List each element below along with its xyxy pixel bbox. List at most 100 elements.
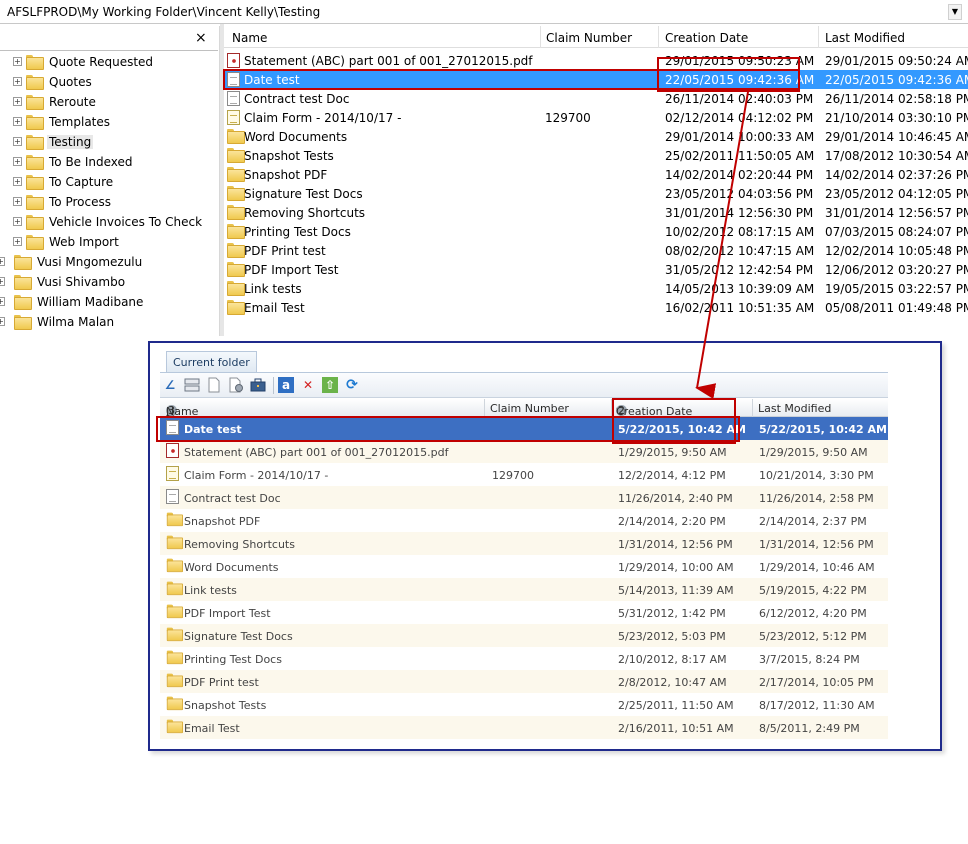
tree-item[interactable]: + Vehicle Invoices To Check — [0, 212, 218, 232]
tree-item[interactable]: + Wilma Malan — [0, 312, 218, 332]
column-header-creation-date[interactable]: Creation Date — [665, 31, 748, 45]
folder-icon — [227, 224, 245, 239]
document-icon — [227, 91, 240, 106]
tree-item-label: Testing — [47, 135, 94, 149]
expand-icon[interactable]: + — [13, 97, 22, 106]
expand-icon[interactable]: + — [0, 277, 5, 286]
edit-icon[interactable]: ∠ — [162, 377, 178, 393]
expand-icon[interactable]: + — [0, 297, 5, 306]
tree-item[interactable]: + Quote Requested — [0, 52, 218, 72]
expand-icon[interactable]: + — [13, 117, 22, 126]
column-header-claim-number[interactable]: Claim Number — [546, 31, 632, 45]
table-row[interactable]: Contract test Doc 11/26/2014, 2:40 PM 11/2… — [160, 486, 888, 509]
tree-item[interactable]: + To Be Indexed — [0, 152, 218, 172]
list-item[interactable]: PDF Print test 08/02/2012 10:47:15 AM 12/0… — [224, 241, 968, 260]
tab-current-folder[interactable]: Current folder — [166, 351, 257, 373]
column-header-last-modified[interactable]: Last Modified — [758, 402, 831, 415]
table-row[interactable]: Statement (ABC) part 001 of 001_27012015… — [160, 440, 888, 463]
new-document-icon[interactable] — [206, 377, 222, 393]
item-last-modified: 8/5/2011, 2:49 PM — [759, 722, 860, 735]
item-creation-date: 2/14/2014, 2:20 PM — [618, 515, 726, 528]
table-row[interactable]: PDF Import Test 5/31/2012, 1:42 PM 6/12/20… — [160, 601, 888, 624]
folder-icon — [166, 535, 183, 550]
briefcase-icon[interactable] — [250, 377, 266, 393]
table-row[interactable]: Link tests 5/14/2013, 11:39 AM 5/19/2015, … — [160, 578, 888, 601]
item-name: Link tests — [244, 282, 302, 296]
table-row[interactable]: Email Test 2/16/2011, 10:51 AM 8/5/2011, 2… — [160, 716, 888, 739]
list-item[interactable]: Snapshot PDF 14/02/2014 02:20:44 PM 14/02/… — [224, 165, 968, 184]
document-properties-icon[interactable] — [228, 377, 244, 393]
upload-icon[interactable]: ⇧ — [322, 377, 338, 393]
expand-icon[interactable]: + — [13, 237, 22, 246]
table-row[interactable]: PDF Print test 2/8/2012, 10:47 AM 2/17/201… — [160, 670, 888, 693]
claim-form-icon — [166, 466, 179, 481]
item-name: Snapshot Tests — [244, 149, 334, 163]
expand-icon[interactable]: + — [13, 177, 22, 186]
column-header-name[interactable]: Name — [232, 31, 267, 45]
item-name: Removing Shortcuts — [184, 538, 295, 551]
expand-icon[interactable]: + — [13, 57, 22, 66]
expand-icon[interactable]: + — [13, 197, 22, 206]
table-row[interactable]: Word Documents 1/29/2014, 10:00 AM 1/29/20… — [160, 555, 888, 578]
list-item[interactable]: Statement (ABC) part 001 of 001_27012015… — [224, 51, 968, 70]
item-creation-date: 25/02/2011 11:50:05 AM — [665, 149, 815, 163]
folder-icon — [26, 135, 44, 150]
item-name: Claim Form - 2014/10/17 - — [244, 111, 402, 125]
table-row[interactable]: Signature Test Docs 5/23/2012, 5:03 PM 5/2… — [160, 624, 888, 647]
column-header-last-modified[interactable]: Last Modified — [825, 31, 905, 45]
list-item[interactable]: Snapshot Tests 25/02/2011 11:50:05 AM 17/0… — [224, 146, 968, 165]
item-name: Word Documents — [244, 130, 348, 144]
list-item[interactable]: Signature Test Docs 23/05/2012 04:03:56 P… — [224, 184, 968, 203]
delete-icon[interactable]: ✕ — [300, 377, 316, 393]
list-item[interactable]: Removing Shortcuts 31/01/2014 12:56:30 PM… — [224, 203, 968, 222]
tree-item[interactable]: + Quotes — [0, 72, 218, 92]
item-name: PDF Import Test — [184, 607, 271, 620]
list-item[interactable]: Word Documents 29/01/2014 10:00:33 AM 29/0… — [224, 127, 968, 146]
folder-icon — [14, 295, 32, 310]
highlight-creation-date — [657, 57, 800, 92]
list-item[interactable]: PDF Import Test 31/05/2012 12:42:54 PM 12/… — [224, 260, 968, 279]
split-icon[interactable] — [184, 377, 200, 393]
tree-item[interactable]: + William Madibane — [0, 292, 218, 312]
tree-item[interactable]: + Templates — [0, 112, 218, 132]
table-row[interactable]: Printing Test Docs 2/10/2012, 8:17 AM 3/7/… — [160, 647, 888, 670]
address-path: AFSLFPROD\My Working Folder\Vincent Kell… — [7, 5, 321, 19]
chevron-down-icon[interactable]: ▼ — [948, 4, 962, 20]
tree-item[interactable]: + Vusi Mngomezulu — [0, 252, 218, 272]
list-item[interactable]: Link tests 14/05/2013 10:39:09 AM 19/05/20… — [224, 279, 968, 298]
tree-item-label: Reroute — [49, 95, 96, 109]
expand-icon[interactable]: + — [0, 257, 5, 266]
expand-icon[interactable]: + — [13, 157, 22, 166]
item-name: PDF Import Test — [244, 263, 339, 277]
item-name: Statement (ABC) part 001 of 001_27012015… — [184, 446, 449, 459]
list-item[interactable]: Claim Form - 2014/10/17 - 129700 02/12/201… — [224, 108, 968, 127]
list-item[interactable]: Email Test 16/02/2011 10:51:35 AM 05/08/20… — [224, 298, 968, 317]
expand-icon[interactable]: + — [13, 137, 22, 146]
pdf-icon — [227, 53, 240, 68]
expand-icon[interactable]: + — [13, 217, 22, 226]
item-creation-date: 11/26/2014, 2:40 PM — [618, 492, 733, 505]
list-item[interactable]: Printing Test Docs 10/02/2012 08:17:15 AM… — [224, 222, 968, 241]
tree-item[interactable]: + Testing — [0, 132, 218, 152]
folder-icon — [227, 186, 245, 201]
address-bar[interactable]: AFSLFPROD\My Working Folder\Vincent Kell… — [0, 0, 968, 24]
folder-icon — [166, 696, 183, 711]
tree-item[interactable]: + Reroute — [0, 92, 218, 112]
table-row[interactable]: Claim Form - 2014/10/17 - 129700 12/2/2014… — [160, 463, 888, 486]
tree-item[interactable]: + To Capture — [0, 172, 218, 192]
refresh-icon[interactable]: ⟳ — [344, 377, 360, 393]
table-row[interactable]: Snapshot PDF 2/14/2014, 2:20 PM 2/14/2014,… — [160, 509, 888, 532]
tree-item[interactable]: + To Process — [0, 192, 218, 212]
column-header-claim-number[interactable]: Claim Number — [490, 402, 569, 415]
item-creation-date: 5/23/2012, 5:03 PM — [618, 630, 726, 643]
table-row[interactable]: Snapshot Tests 2/25/2011, 11:50 AM 8/17/20… — [160, 693, 888, 716]
tree-item[interactable]: + Vusi Shivambo — [0, 272, 218, 292]
list-item[interactable]: Contract test Doc 26/11/2014 02:40:03 PM 2… — [224, 89, 968, 108]
table-row[interactable]: Removing Shortcuts 1/31/2014, 12:56 PM 1/3… — [160, 532, 888, 555]
close-icon[interactable]: × — [195, 30, 207, 46]
tree-item[interactable]: + Web Import — [0, 232, 218, 252]
expand-icon[interactable]: + — [13, 77, 22, 86]
item-claim-number: 129700 — [545, 111, 591, 125]
rename-icon[interactable]: a — [278, 377, 294, 393]
expand-icon[interactable]: + — [0, 317, 5, 326]
